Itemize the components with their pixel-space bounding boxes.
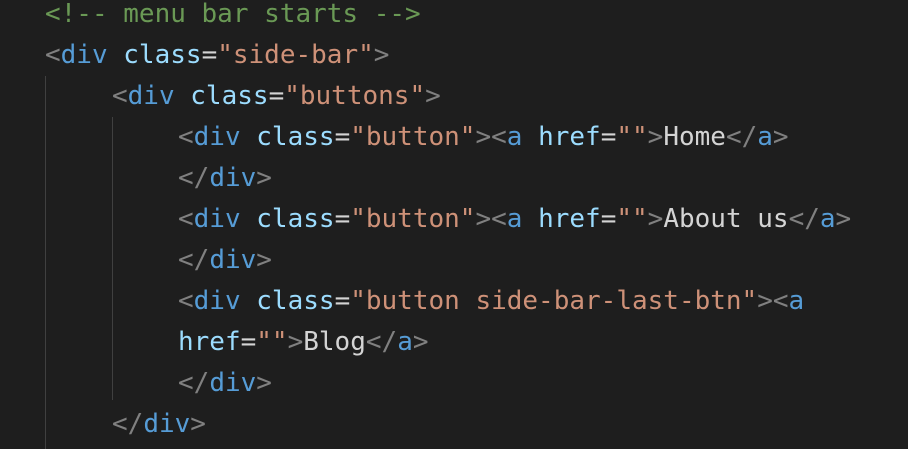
comment-token: <!-- menu bar starts -->	[45, 0, 421, 29]
attribute-name-token: class	[190, 81, 269, 111]
tag-name-token: div	[143, 409, 191, 439]
punctuation-token: >	[647, 204, 664, 234]
operator-token: =	[268, 81, 285, 111]
code-line-1[interactable]: <!-- menu bar starts -->	[45, 0, 421, 35]
tag-name-token: div	[209, 245, 257, 275]
punctuation-token: >	[412, 327, 429, 357]
punctuation-token: <	[45, 40, 61, 70]
tag-name-token: div	[209, 368, 257, 398]
punctuation-token: >	[190, 409, 206, 439]
tag-name-token: a	[757, 122, 773, 152]
attribute-name-token: class	[123, 40, 202, 70]
attribute-name-token: href	[538, 122, 601, 152]
punctuation-token: <	[178, 122, 194, 152]
punctuation-token: >	[647, 122, 664, 152]
punctuation-token: </	[365, 327, 398, 357]
operator-token: =	[334, 204, 351, 234]
punctuation-token: <	[178, 204, 194, 234]
tag-name-token: a	[506, 122, 523, 152]
string-token: "button side-bar-last-btn"	[350, 286, 758, 316]
string-token: ""	[616, 122, 648, 152]
code-line-9[interactable]: href="">Blog</a>	[178, 322, 429, 363]
tag-name-token: div	[193, 122, 241, 152]
text-token: About us	[663, 204, 789, 234]
string-token: "button"	[350, 204, 476, 234]
string-token: "side-bar"	[217, 40, 374, 70]
punctuation-token: >	[373, 40, 390, 70]
punctuation-token: >	[425, 81, 441, 111]
operator-token: =	[600, 122, 617, 152]
punctuation-token: ><	[475, 122, 507, 152]
punctuation-token: </	[178, 368, 210, 398]
code-line-10[interactable]: </div>	[178, 363, 272, 404]
punctuation-token: <	[112, 81, 128, 111]
tag-name-token: div	[193, 286, 241, 316]
indent-guide-level-2	[112, 117, 113, 400]
punctuation-token: </	[112, 409, 144, 439]
operator-token: =	[240, 327, 257, 357]
code-line-4[interactable]: <div class="button"><a href="">Home</a>	[178, 117, 789, 158]
punctuation-token: >	[835, 204, 852, 234]
tag-name-token: a	[819, 204, 836, 234]
tag-name-token: div	[209, 163, 257, 193]
indent-guide-level-1	[45, 76, 46, 449]
string-token: "buttons"	[284, 81, 426, 111]
operator-token: =	[334, 122, 351, 152]
string-token: ""	[616, 204, 648, 234]
punctuation-token: </	[178, 163, 210, 193]
code-line-8[interactable]: <div class="button side-bar-last-btn"><a	[178, 281, 804, 322]
code-editor[interactable]: <!-- menu bar starts --> <div class="sid…	[0, 0, 908, 449]
tag-name-token: div	[60, 40, 108, 70]
tag-name-token: a	[506, 204, 523, 234]
punctuation-token: </	[725, 122, 758, 152]
punctuation-token: ><	[757, 286, 789, 316]
punctuation-token: >	[287, 327, 304, 357]
text-token: Home	[663, 122, 726, 152]
tag-name-token: a	[397, 327, 413, 357]
tag-name-token: div	[193, 204, 241, 234]
punctuation-token: <	[178, 286, 194, 316]
string-token: "button"	[350, 122, 476, 152]
code-line-3[interactable]: <div class="buttons">	[112, 76, 441, 117]
punctuation-token: >	[256, 163, 272, 193]
attribute-name-token: href	[178, 327, 241, 357]
attribute-name-token: class	[256, 204, 335, 234]
code-line-2[interactable]: <div class="side-bar">	[45, 35, 389, 76]
punctuation-token: </	[178, 245, 210, 275]
tag-name-token: div	[127, 81, 175, 111]
code-line-7[interactable]: </div>	[178, 240, 272, 281]
attribute-name-token: class	[256, 122, 335, 152]
code-line-6[interactable]: <div class="button"><a href="">About us<…	[178, 199, 851, 240]
text-token: Blog	[303, 327, 366, 357]
operator-token: =	[334, 286, 351, 316]
punctuation-token: >	[772, 122, 789, 152]
punctuation-token: >	[256, 368, 272, 398]
punctuation-token: </	[788, 204, 820, 234]
attribute-name-token: class	[256, 286, 335, 316]
code-line-5[interactable]: </div>	[178, 158, 272, 199]
punctuation-token: ><	[475, 204, 507, 234]
code-line-11[interactable]: </div>	[112, 404, 206, 445]
punctuation-token: >	[256, 245, 272, 275]
operator-token: =	[201, 40, 218, 70]
string-token: ""	[256, 327, 288, 357]
tag-name-token: a	[788, 286, 805, 316]
attribute-name-token: href	[538, 204, 601, 234]
operator-token: =	[600, 204, 617, 234]
